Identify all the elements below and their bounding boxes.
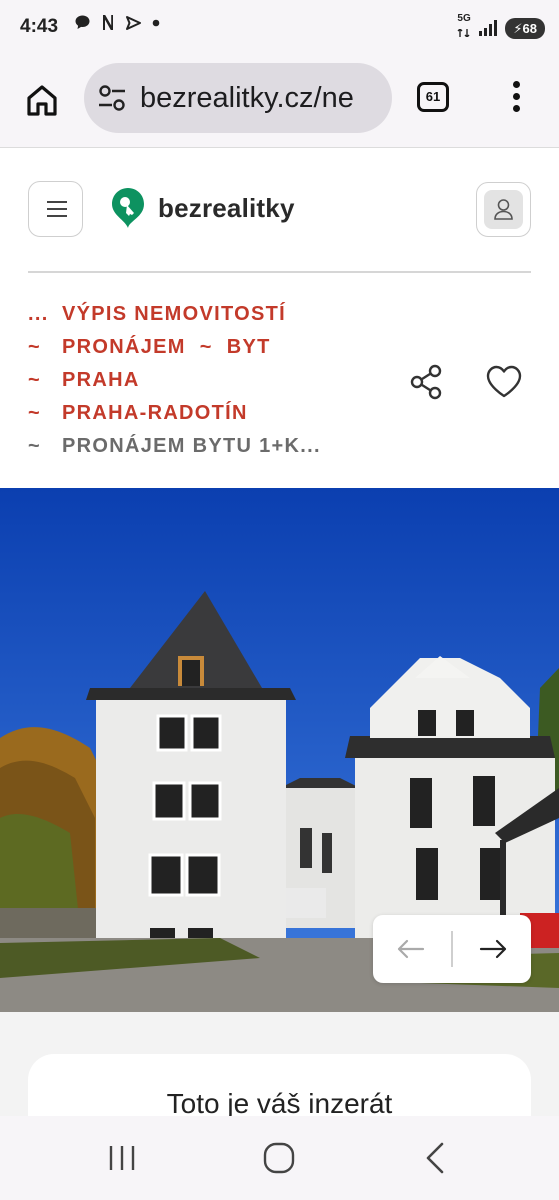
- logo-text: bezrealitky: [158, 192, 295, 223]
- tabs-button[interactable]: 61: [417, 82, 449, 112]
- site-logo[interactable]: bezrealitky: [110, 187, 295, 229]
- breadcrumb-separator: ~: [28, 402, 41, 424]
- breadcrumb-label: PRAHA-RADOTÍN: [62, 402, 248, 424]
- status-bar: 4:43 5G ⚡68: [0, 0, 559, 56]
- breadcrumb-label: VÝPIS NEMOVITOSTÍ: [62, 303, 286, 325]
- browser-menu-button[interactable]: [509, 81, 523, 115]
- breadcrumb-separator: ~: [199, 336, 213, 358]
- site-menu-button[interactable]: [28, 181, 83, 237]
- url-text: bezrealitky.cz/ne: [140, 82, 354, 114]
- dot-icon: [151, 15, 161, 36]
- gallery-navigation: [373, 915, 531, 983]
- breadcrumb-separator: ~: [28, 336, 41, 358]
- battery-indicator: ⚡68: [505, 17, 545, 39]
- arrow-left-icon: [397, 939, 425, 959]
- breadcrumb: ... VÝPIS NEMOVITOSTÍ ~ PRONÁJEM ~ BYT ~…: [28, 298, 388, 463]
- gallery-divider: [451, 931, 453, 967]
- breadcrumb-label: PRONÁJEM BYTU 1+K...: [62, 435, 321, 457]
- breadcrumb-item-rent[interactable]: ~ PRONÁJEM ~ BYT: [28, 331, 388, 364]
- breadcrumb-item-city[interactable]: ~ PRAHA: [28, 364, 388, 397]
- home-icon: [27, 85, 57, 116]
- recent-apps-button[interactable]: [106, 1138, 138, 1178]
- breadcrumb-separator: ~: [28, 369, 41, 391]
- status-right: 5G ⚡68: [457, 14, 545, 42]
- network-type: 5G: [457, 13, 471, 24]
- breadcrumb-item-listing[interactable]: ... VÝPIS NEMOVITOSTÍ: [28, 298, 388, 331]
- network-indicator: 5G: [457, 14, 471, 42]
- site-settings-icon: [99, 85, 125, 111]
- chat-icon: [74, 14, 91, 36]
- home-circle-icon: [263, 1142, 295, 1174]
- system-navigation-bar: [0, 1116, 559, 1200]
- breadcrumb-label-flat[interactable]: BYT: [227, 336, 271, 359]
- battery-level: 68: [522, 20, 537, 36]
- breadcrumb-item-district[interactable]: ~ PRAHA-RADOTÍN: [28, 397, 388, 430]
- breadcrumb-item-current: ~ PRONÁJEM BYTU 1+K...: [28, 430, 388, 463]
- logo-key-icon: [112, 188, 144, 228]
- breadcrumb-separator: ~: [28, 435, 41, 457]
- user-account-button[interactable]: [476, 182, 531, 237]
- back-button[interactable]: [420, 1138, 450, 1178]
- share-button[interactable]: [408, 363, 446, 401]
- home-system-button[interactable]: [262, 1138, 296, 1178]
- arrow-right-icon: [479, 939, 507, 959]
- charging-icon: ⚡: [513, 20, 523, 36]
- header-divider: [28, 271, 531, 273]
- recent-apps-icon: [109, 1146, 135, 1170]
- data-arrows-icon: [457, 28, 470, 38]
- browser-toolbar: bezrealitky.cz/ne 61: [0, 56, 559, 148]
- user-icon: [494, 199, 513, 220]
- breadcrumb-label: PRAHA: [62, 369, 140, 391]
- notification-icons: [74, 14, 161, 36]
- back-chevron-icon: [426, 1142, 444, 1174]
- gallery-next-button[interactable]: [471, 929, 515, 969]
- address-bar[interactable]: bezrealitky.cz/ne: [84, 63, 392, 133]
- avatar: [484, 190, 523, 229]
- breadcrumb-label: PRONÁJEM: [62, 336, 186, 358]
- gallery-prev-button[interactable]: [389, 929, 433, 969]
- favorite-button[interactable]: [485, 364, 523, 400]
- heart-icon: [486, 365, 522, 398]
- status-time: 4:43: [20, 16, 59, 37]
- n-icon: [101, 14, 115, 36]
- signal-icon: [479, 20, 498, 36]
- home-button[interactable]: [22, 80, 62, 120]
- send-icon: [125, 15, 141, 36]
- breadcrumb-ellipsis: ...: [28, 303, 49, 325]
- share-icon: [410, 364, 442, 400]
